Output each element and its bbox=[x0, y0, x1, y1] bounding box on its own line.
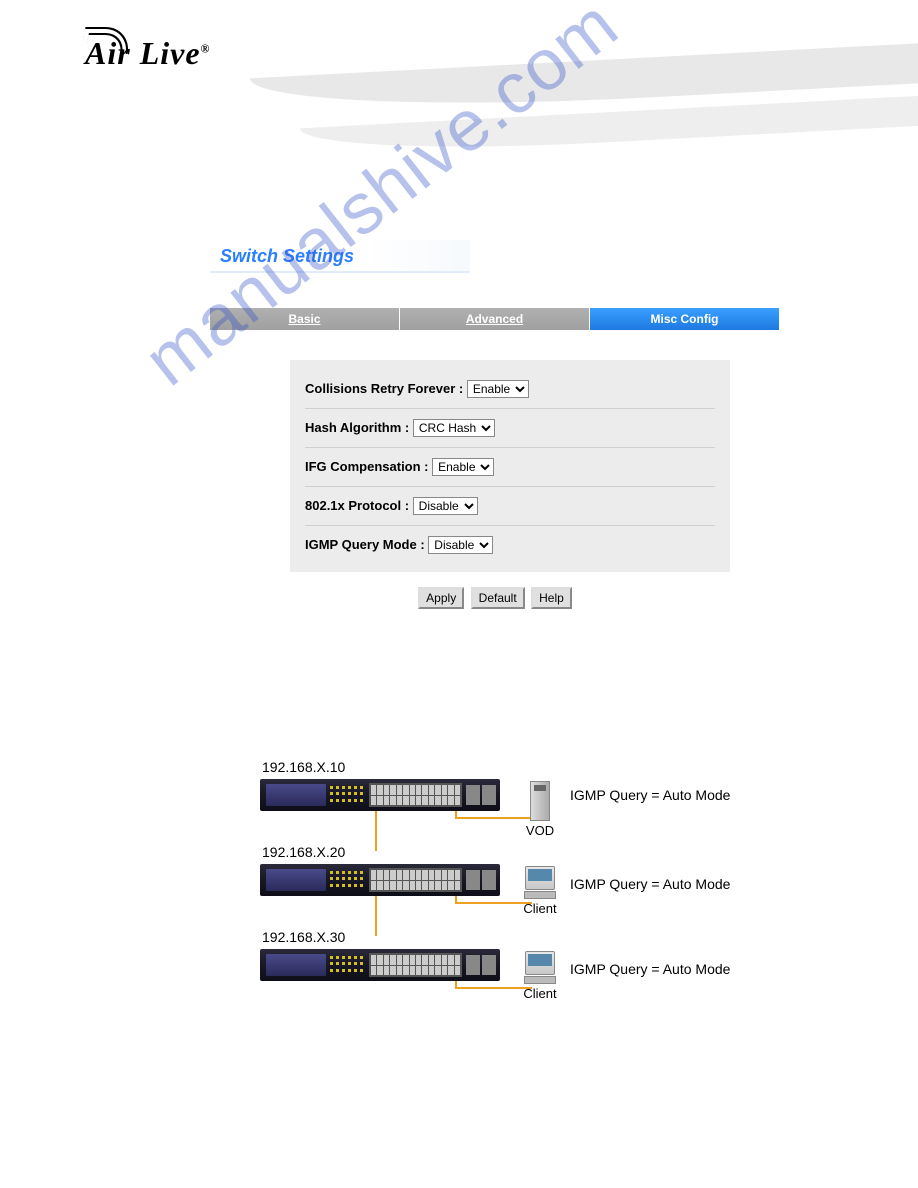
row-hash: Hash Algorithm : CRC Hash bbox=[305, 409, 715, 448]
row-igmp: IGMP Query Mode : Disable bbox=[305, 526, 715, 564]
default-button[interactable]: Default bbox=[471, 587, 525, 609]
select-collisions[interactable]: Enable bbox=[467, 380, 529, 398]
help-button[interactable]: Help bbox=[531, 587, 572, 609]
switch-icon bbox=[260, 864, 500, 896]
label-igmp: IGMP Query Mode : bbox=[305, 537, 425, 552]
row-collisions: Collisions Retry Forever : Enable bbox=[305, 370, 715, 409]
annotation-2: IGMP Query = Auto Mode bbox=[570, 876, 730, 892]
diagram-row-1: 192.168.X.10 VOD IGMP Query = Auto Mode bbox=[260, 759, 760, 824]
annotation-3: IGMP Query = Auto Mode bbox=[570, 961, 730, 977]
diagram-row-2: 192.168.X.20 Client IGMP Query = Auto Mo… bbox=[260, 844, 760, 909]
network-diagram: 192.168.X.10 VOD IGMP Query = Auto Mode … bbox=[260, 759, 760, 994]
select-igmp[interactable]: Disable bbox=[428, 536, 493, 554]
device-label-3: Client bbox=[520, 986, 560, 1001]
panel-title: Switch Settings bbox=[210, 240, 470, 273]
ip-label-1: 192.168.X.10 bbox=[262, 759, 760, 775]
row-ifg: IFG Compensation : Enable bbox=[305, 448, 715, 487]
switch-icon bbox=[260, 949, 500, 981]
apply-button[interactable]: Apply bbox=[418, 587, 464, 609]
tab-advanced[interactable]: Advanced bbox=[400, 308, 590, 330]
device-label-2: Client bbox=[520, 901, 560, 916]
select-8021x[interactable]: Disable bbox=[413, 497, 478, 515]
tab-basic[interactable]: Basic bbox=[210, 308, 400, 330]
label-hash: Hash Algorithm : bbox=[305, 420, 409, 435]
tab-bar: Basic Advanced Misc Config bbox=[210, 308, 780, 330]
ip-label-3: 192.168.X.30 bbox=[262, 929, 760, 945]
button-row: Apply Default Help bbox=[210, 587, 780, 609]
label-collisions: Collisions Retry Forever : bbox=[305, 381, 463, 396]
select-ifg[interactable]: Enable bbox=[432, 458, 494, 476]
label-8021x: 802.1x Protocol : bbox=[305, 498, 409, 513]
client-device-icon: Client bbox=[520, 866, 560, 916]
label-ifg: IFG Compensation : bbox=[305, 459, 429, 474]
header-swoosh bbox=[250, 60, 918, 160]
device-label-1: VOD bbox=[520, 823, 560, 838]
page-header: Air Live® bbox=[0, 0, 918, 180]
client-device-icon: Client bbox=[520, 951, 560, 1001]
switch-icon bbox=[260, 779, 500, 811]
brand-logo: Air Live® bbox=[85, 35, 211, 72]
tab-misc-config[interactable]: Misc Config bbox=[590, 308, 780, 330]
ip-label-2: 192.168.X.20 bbox=[262, 844, 760, 860]
switch-settings-panel: Switch Settings Basic Advanced Misc Conf… bbox=[210, 240, 780, 609]
select-hash[interactable]: CRC Hash bbox=[413, 419, 495, 437]
vod-device-icon: VOD bbox=[520, 781, 560, 838]
annotation-1: IGMP Query = Auto Mode bbox=[570, 787, 730, 803]
diagram-row-3: 192.168.X.30 Client IGMP Query = Auto Mo… bbox=[260, 929, 760, 994]
row-8021x: 802.1x Protocol : Disable bbox=[305, 487, 715, 526]
config-form: Collisions Retry Forever : Enable Hash A… bbox=[290, 360, 730, 572]
